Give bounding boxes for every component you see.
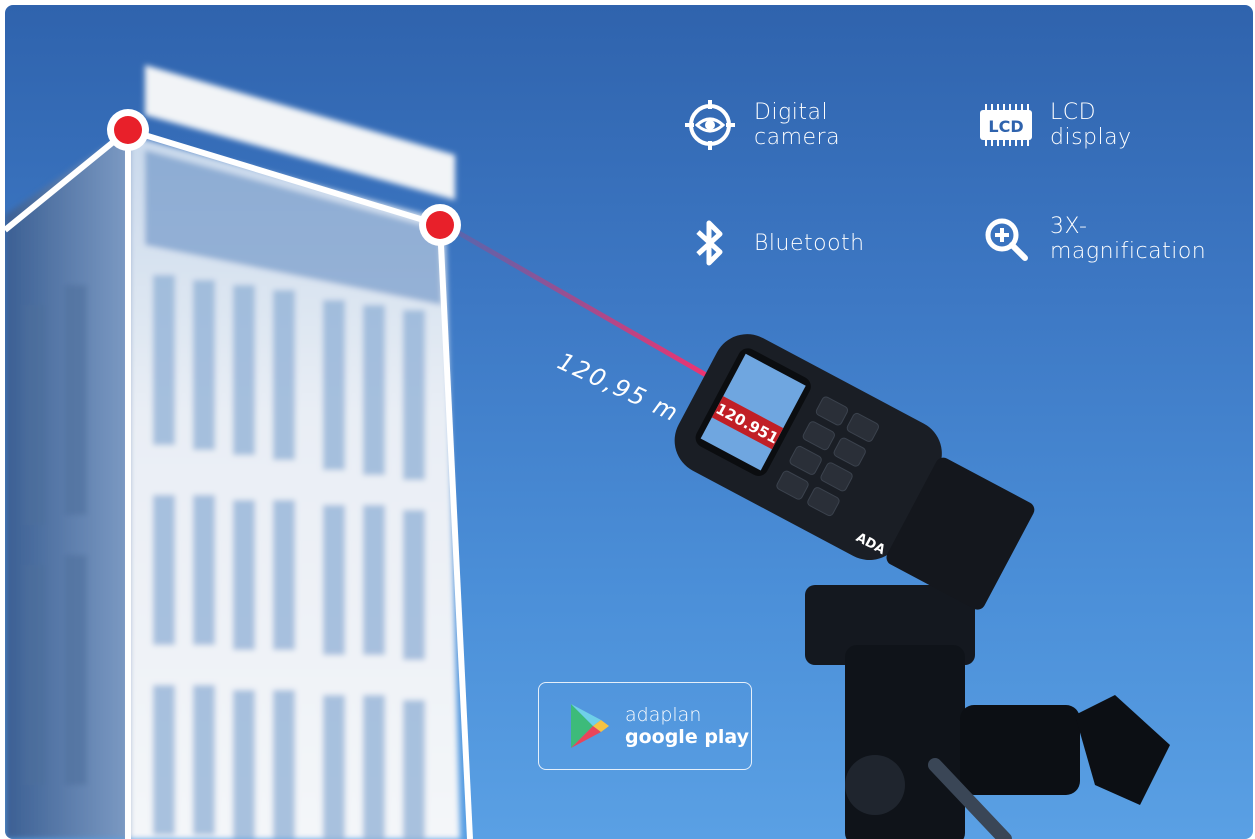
feature-label: Digital camera: [754, 100, 841, 150]
store-badge-line2: google play: [625, 726, 750, 748]
feature-lcd-display: LCD LCD display: [978, 97, 1132, 153]
feature-label: LCD display: [1050, 100, 1132, 150]
lcd-chip-icon: LCD: [978, 97, 1034, 153]
store-badge-line1: adaplan: [625, 704, 702, 726]
play-store-icon: [571, 704, 609, 748]
bluetooth-icon: [682, 215, 738, 271]
laser-distance-meter: 120.951 ADA: [674, 334, 1035, 610]
hero-image: 120.951 ADA Digital camera LCD LCD displ…: [5, 5, 1253, 839]
building: [5, 65, 460, 839]
camera-target-icon: [682, 97, 738, 153]
google-play-badge[interactable]: adaplan google play: [538, 682, 752, 770]
marker-point-right: [419, 204, 461, 246]
feature-bluetooth: Bluetooth: [682, 215, 865, 271]
magnify-plus-icon: [978, 211, 1034, 267]
tripod: [805, 585, 1170, 839]
lcd-icon-text: LCD: [988, 117, 1023, 136]
feature-magnification: 3X- magnification: [978, 211, 1206, 267]
feature-label: 3X- magnification: [1050, 214, 1207, 264]
feature-label: Bluetooth: [754, 230, 865, 256]
marker-point-top: [107, 109, 149, 151]
feature-digital-camera: Digital camera: [682, 97, 840, 153]
